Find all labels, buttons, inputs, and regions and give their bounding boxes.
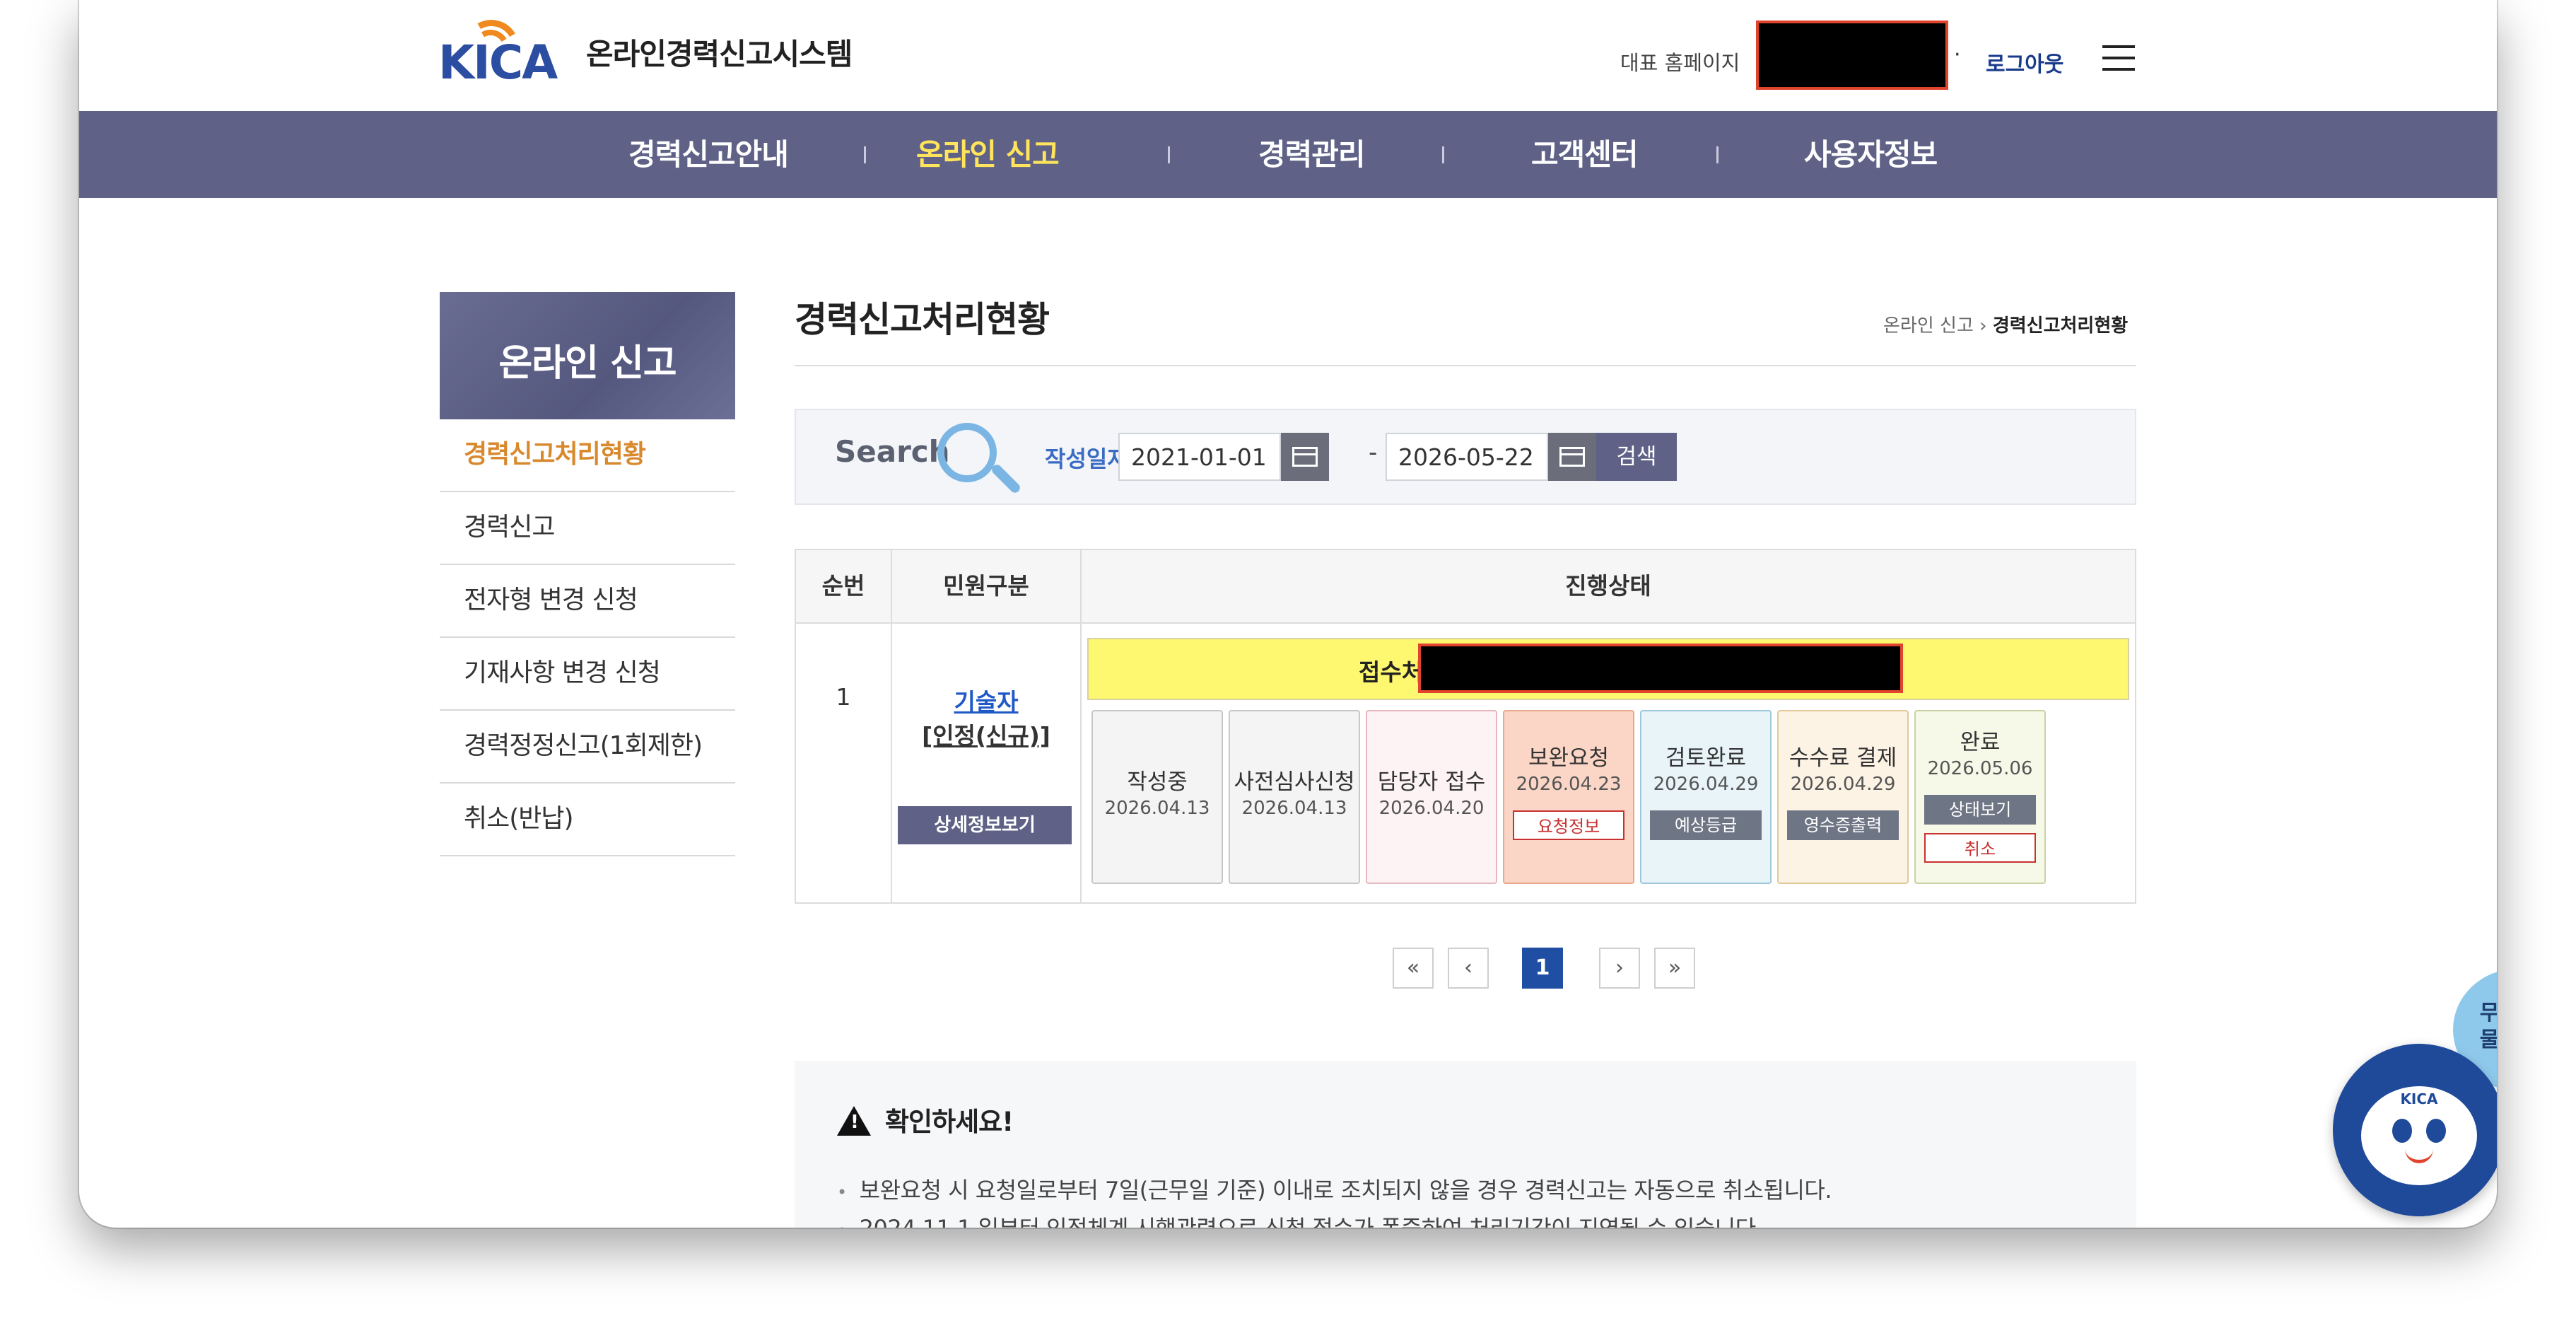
step-name: 보완요청: [1528, 745, 1610, 771]
nav-separator: [1716, 146, 1719, 163]
next-page-button[interactable]: ›: [1599, 948, 1640, 989]
step-action-button[interactable]: 상태보기: [1924, 795, 2036, 825]
step-date: 2026.05.06: [1927, 758, 2033, 779]
detail-view-button[interactable]: 상세정보보기: [898, 806, 1072, 844]
breadcrumb-parent[interactable]: 온라인 신고: [1883, 315, 1974, 337]
status-step-card: 사전심사신청 2026.04.13: [1229, 710, 1360, 884]
date-label: 작성일자: [1045, 446, 1128, 472]
site-header: KICA 온라인경력신고시스템 대표 홈페이지 · 로그아웃: [79, 0, 2497, 111]
nav-career-management[interactable]: 경력관리: [1258, 111, 1366, 198]
search-panel: Search 작성일자 - 검색: [795, 409, 2136, 505]
breadcrumb-current: 경력신고처리현황: [1992, 315, 2129, 337]
notice-item: 보완요청 시 요청일로부터 7일(근무일 기준) 이내로 조치되지 않을 경우 …: [837, 1172, 1832, 1205]
date-separator: -: [1369, 438, 1378, 467]
sidebar-title-box: 온라인 신고: [440, 292, 735, 419]
step-date: 2026.04.23: [1516, 774, 1622, 795]
nav-online-report[interactable]: 온라인 신고: [916, 111, 1060, 198]
search-button[interactable]: 검색: [1596, 433, 1677, 481]
status-step-card: 담당자 접수 2026.04.20: [1366, 710, 1497, 884]
sidebar-item-career-report[interactable]: 경력신고: [440, 492, 735, 565]
status-step-card: 완료 2026.05.06 상태보기취소: [1914, 710, 2046, 884]
col-header-num: 순번: [796, 550, 891, 622]
col-header-status: 진행상태: [1082, 550, 2135, 622]
hamburger-menu-icon[interactable]: [2102, 45, 2135, 74]
browser-window: KICA 온라인경력신고시스템 대표 홈페이지 · 로그아웃 경력신고안내 온라…: [79, 0, 2497, 1228]
step-action-button[interactable]: 요청정보: [1513, 810, 1624, 840]
site-title: 온라인경력신고시스템: [586, 36, 853, 71]
chatbot-robot-icon[interactable]: KICA: [2333, 1044, 2497, 1216]
status-step-card: 작성중 2026.04.13: [1091, 710, 1223, 884]
step-name: 검토완료: [1665, 745, 1747, 771]
notice-title: 확인하세요!: [885, 1107, 1014, 1137]
first-page-button[interactable]: «: [1393, 948, 1434, 989]
logout-link[interactable]: 로그아웃: [1986, 47, 2063, 78]
type-subtitle: [인정(신규)]: [922, 722, 1050, 750]
breadcrumb: 온라인 신고 › 경력신고처리현황: [1883, 311, 2128, 337]
site-logo[interactable]: KICA 온라인경력신고시스템: [438, 13, 853, 90]
nav-career-guide[interactable]: 경력신고안내: [628, 111, 789, 198]
step-name: 작성중: [1127, 769, 1188, 795]
magnifier-icon: [937, 423, 997, 482]
redacted-user-name: [1756, 21, 1948, 90]
col-header-type: 민원구분: [892, 550, 1080, 622]
step-date: 2026.04.29: [1790, 774, 1896, 795]
start-date-input[interactable]: [1118, 433, 1281, 481]
step-name: 수수료 결제: [1788, 745, 1897, 771]
status-step-card: 수수료 결제 2026.04.29 영수증출력: [1777, 710, 1909, 884]
sidebar-title: 온라인 신고: [498, 342, 677, 385]
page-1-button[interactable]: 1: [1522, 948, 1563, 989]
end-date-input[interactable]: [1386, 433, 1548, 481]
sidebar-item-electronic-change[interactable]: 전자형 변경 신청: [440, 565, 735, 638]
step-name: 담당자 접수: [1377, 769, 1486, 795]
notice-box: 확인하세요! 보완요청 시 요청일로부터 7일(근무일 기준) 이내로 조치되지…: [795, 1061, 2136, 1228]
status-step-card: 보완요청 2026.04.23 요청정보: [1503, 710, 1634, 884]
separator-dot: ·: [1954, 42, 1961, 67]
main-nav: 경력신고안내 온라인 신고 경력관리 고객센터 사용자정보: [79, 111, 2497, 198]
home-page-link[interactable]: 대표 홈페이지: [1620, 47, 1740, 76]
status-step-card: 검토완료 2026.04.29 예상등급: [1640, 710, 1772, 884]
step-name: 완료: [1960, 730, 2001, 755]
end-calendar-icon[interactable]: [1548, 433, 1596, 481]
sidebar-item-correction[interactable]: 경력정정신고(1회제한): [440, 711, 735, 784]
receipt-bar: 접수처: [1087, 638, 2129, 700]
step-date: 2026.04.13: [1241, 798, 1347, 819]
step-action-button[interactable]: 영수증출력: [1787, 810, 1899, 840]
sidebar-item-entry-change[interactable]: 기재사항 변경 신청: [440, 638, 735, 711]
redacted-receipt-office: [1418, 644, 1903, 693]
last-page-button[interactable]: »: [1654, 948, 1695, 989]
warning-icon: [837, 1106, 871, 1136]
step-cancel-button[interactable]: 취소: [1924, 833, 2036, 863]
sidebar-item-status[interactable]: 경력신고처리현황: [440, 419, 735, 492]
row-number: 1: [836, 683, 851, 711]
page-title: 경력신고처리현황: [795, 299, 1050, 340]
step-date: 2026.04.20: [1378, 798, 1485, 819]
chatbot-label: KICA: [2400, 1090, 2438, 1107]
sidebar-item-cancel[interactable]: 취소(반납): [440, 784, 735, 856]
nav-separator: [1442, 146, 1444, 163]
sidebar-menu: 경력신고처리현황 경력신고 전자형 변경 신청 기재사항 변경 신청 경력정정신…: [440, 419, 735, 856]
nav-separator: [864, 146, 866, 163]
start-calendar-icon[interactable]: [1281, 433, 1329, 481]
step-action-button[interactable]: 예상등급: [1650, 810, 1762, 840]
prev-page-button[interactable]: ‹: [1448, 948, 1489, 989]
logo-text: KICA: [438, 35, 558, 90]
step-date: 2026.04.29: [1653, 774, 1759, 795]
nav-separator: [1168, 146, 1170, 163]
notice-item: 2024.11.1 일부터 인정체계 시행관련으로 신청 접수가 폭증하여 처리…: [837, 1211, 1763, 1228]
title-divider: [795, 365, 2136, 366]
nav-user-info[interactable]: 사용자정보: [1804, 111, 1938, 198]
receipt-label: 접수처: [1359, 658, 1424, 686]
step-date: 2026.04.13: [1104, 798, 1210, 819]
search-heading: Search: [835, 434, 950, 469]
breadcrumb-separator: ›: [1979, 315, 1987, 337]
kica-logo-mark: KICA: [438, 13, 569, 90]
step-name: 사전심사신청: [1234, 769, 1355, 795]
type-link[interactable]: 기술자: [892, 683, 1080, 717]
status-table: 순번 민원구분 진행상태 1 기술자 [인정(신규)] 상세정보보기 접수처 작…: [795, 549, 2136, 904]
nav-customer-center[interactable]: 고객센터: [1531, 111, 1639, 198]
